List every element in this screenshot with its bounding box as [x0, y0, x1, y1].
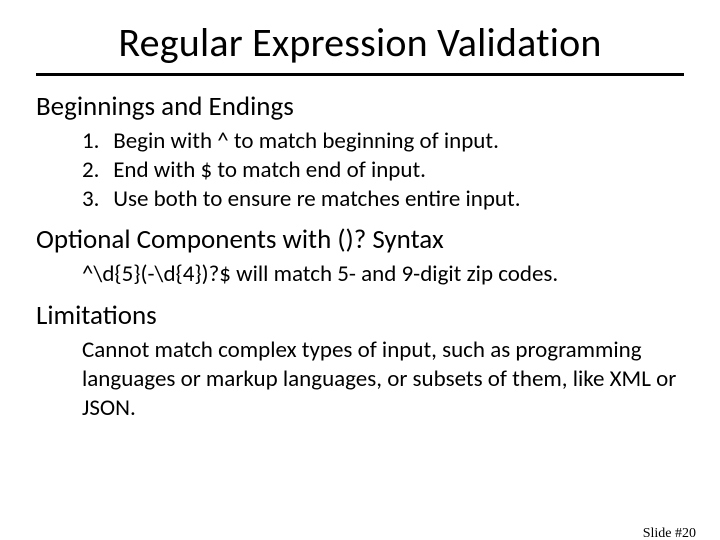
- list-item: 2. End with $ to match end of input.: [82, 156, 684, 185]
- beginnings-list: 1. Begin with ^ to match beginning of in…: [82, 127, 684, 213]
- limitations-body: Cannot match complex types of input, suc…: [82, 336, 684, 422]
- list-number: 2.: [82, 156, 108, 185]
- list-text: End with $ to match end of input.: [113, 156, 426, 184]
- section-heading-optional: Optional Components with ()? Syntax: [36, 223, 684, 256]
- list-item: 1. Begin with ^ to match beginning of in…: [82, 127, 684, 156]
- list-number: 3.: [82, 185, 108, 214]
- slide-footer: Slide #20: [643, 526, 696, 540]
- slide: Regular Expression Validation Beginnings…: [0, 18, 720, 540]
- page-title: Regular Expression Validation: [40, 18, 680, 67]
- section-heading-limitations: Limitations: [36, 299, 684, 332]
- list-number: 1.: [82, 127, 108, 156]
- optional-body: ^\d{5}(-\d{4})?$ will match 5- and 9-dig…: [82, 260, 684, 289]
- section-heading-beginnings: Beginnings and Endings: [36, 90, 684, 123]
- list-item: 3. Use both to ensure re matches entire …: [82, 185, 684, 214]
- list-text: Begin with ^ to match beginning of input…: [113, 127, 499, 155]
- content-area: Beginnings and Endings 1. Begin with ^ t…: [36, 90, 684, 422]
- title-divider: [36, 73, 684, 76]
- list-text: Use both to ensure re matches entire inp…: [113, 185, 520, 213]
